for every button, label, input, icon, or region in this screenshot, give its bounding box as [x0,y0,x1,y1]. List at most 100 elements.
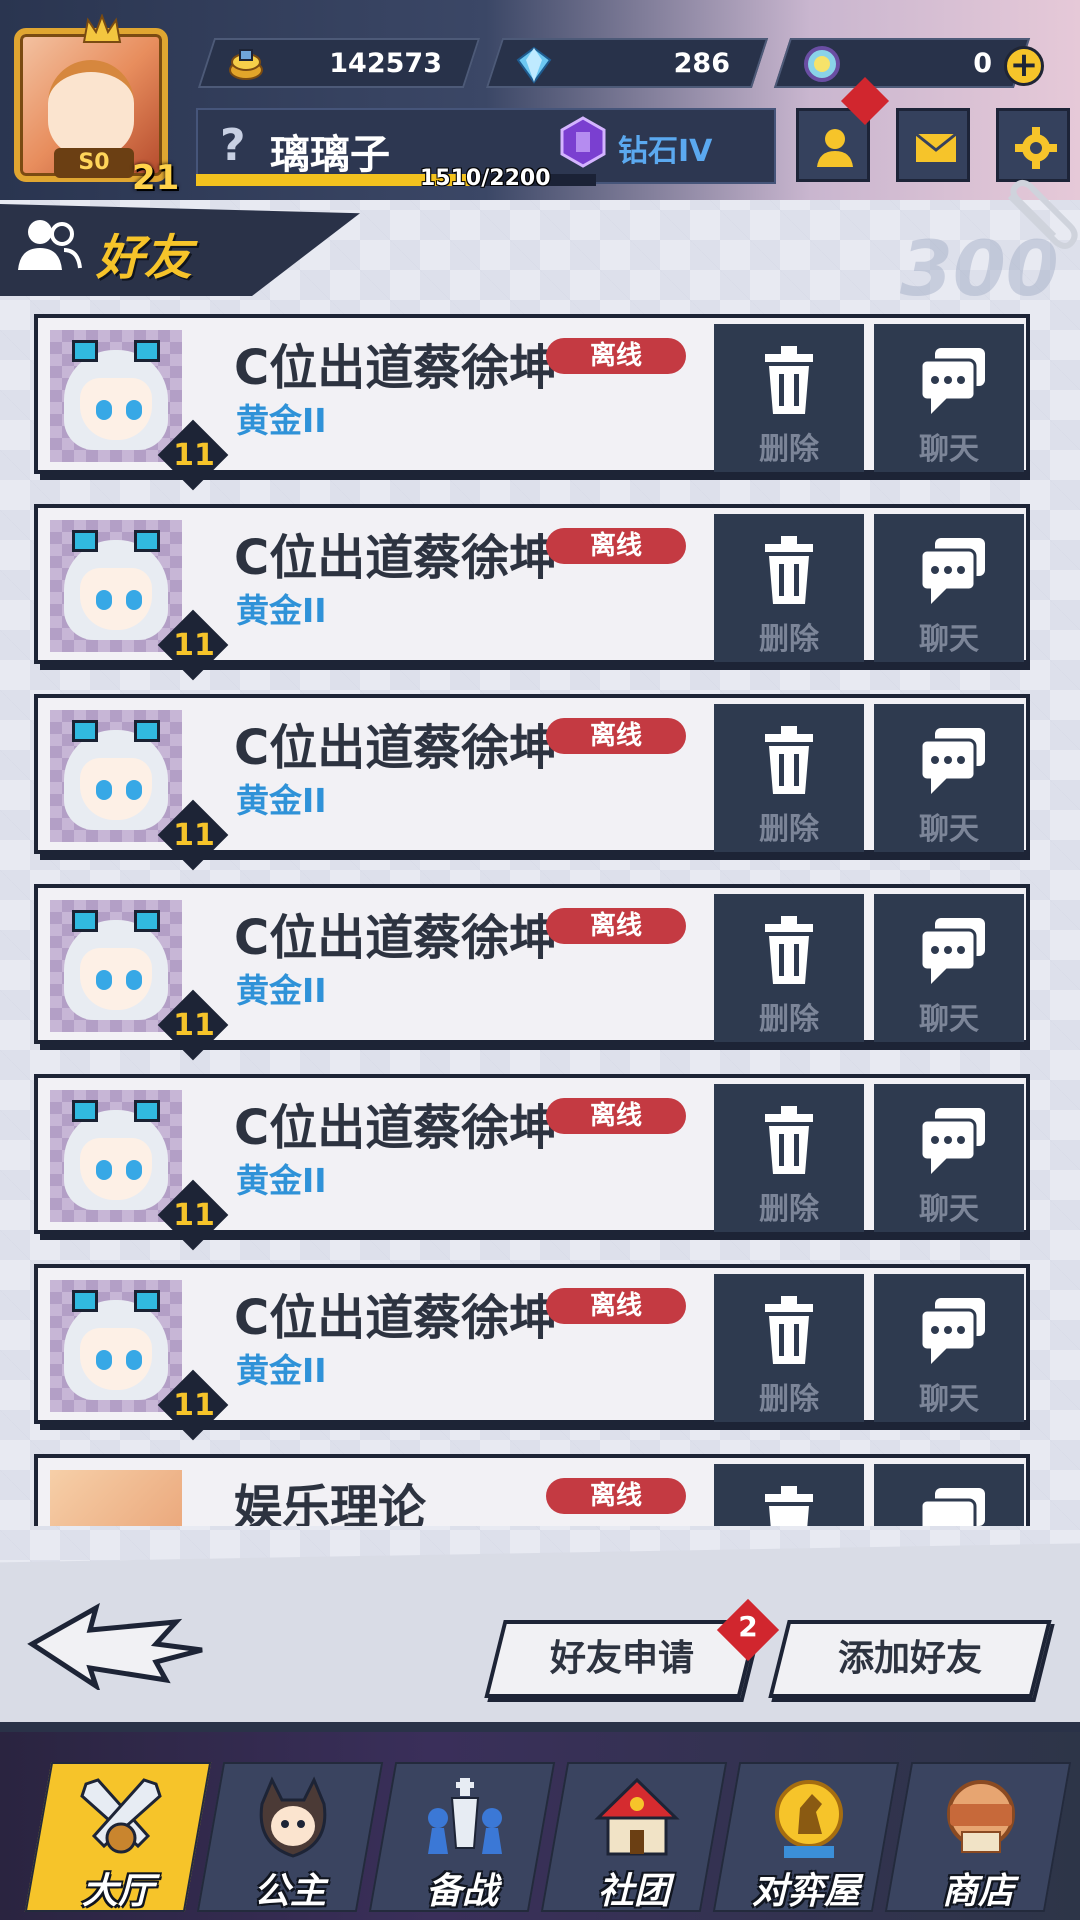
nav-princess[interactable]: 公主 [196,1762,384,1912]
friend-avatar[interactable] [50,1470,182,1526]
back-arrow-icon[interactable] [26,1600,206,1690]
friend-level: 11 [173,1008,215,1043]
chat-label: 聊天 [919,812,979,847]
friend-rank: 黄金II [236,1161,327,1200]
golden-knight-icon [775,1780,843,1858]
delete-button[interactable]: 删除 [714,324,864,472]
delete-button[interactable]: 删除 [714,1274,864,1422]
delete-label: 删除 [759,622,819,657]
delete-button[interactable]: 删除 [714,704,864,852]
trash-icon [765,1106,813,1174]
player-rank: 钻石IV [618,134,713,169]
chat-button[interactable]: 聊天 [874,894,1024,1042]
settings-button[interactable] [996,108,1070,182]
delete-button[interactable]: 删除 [714,894,864,1042]
friend-rank: 黄金II [236,781,327,820]
rainbow-token-icon [804,46,840,82]
status-badge: 离线 [546,718,686,754]
token-currency: 0 [773,38,1031,88]
chat-label: 聊天 [919,1382,979,1417]
nav-lobby[interactable]: 大厅 [24,1762,212,1912]
friend-row: 11 C位出道蔡徐坤 黄金II 离线 删除 聊天 [34,884,1030,1061]
princess-icon [259,1776,327,1858]
chat-bubble-icon [919,1108,985,1174]
friend-avatar[interactable] [50,520,182,652]
friend-level: 11 [173,818,215,853]
friend-avatar[interactable] [50,1280,182,1412]
token-amount: 0 [973,48,992,79]
trash-icon [765,536,813,604]
friend-name: C位出道蔡徐坤 [234,340,558,392]
exp-text: 1510/2200 [420,166,551,191]
chat-bubble-icon [919,1298,985,1364]
friend-name: C位出道蔡徐坤 [234,530,558,582]
avatar-rank-tag: S0 [54,148,134,178]
help-icon[interactable]: ? [220,120,246,171]
nav-label: 备战 [425,1871,498,1912]
nav-prepare[interactable]: 备战 [368,1762,556,1912]
status-badge: 离线 [546,908,686,944]
friend-avatar[interactable] [50,330,182,462]
friend-count-watermark: 300 [900,224,1059,313]
delete-label: 删除 [759,1002,819,1037]
friend-avatar[interactable] [50,1090,182,1222]
chat-label: 聊天 [919,432,979,467]
nav-label: 对弈屋 [751,1871,860,1912]
chat-label: 聊天 [919,1192,979,1227]
trash-icon [765,916,813,984]
friend-name: C位出道蔡徐坤 [234,720,558,772]
friend-row: 11 C位出道蔡徐坤 黄金II 离线 删除 聊天 [34,694,1030,871]
friend-level: 11 [173,628,215,663]
trash-icon [765,346,813,414]
chat-bubble-icon [919,728,985,794]
diamond-currency: 286 [485,38,769,88]
chat-button[interactable]: 聊天 [874,704,1024,852]
delete-button[interactable] [714,1464,864,1526]
add-currency-button[interactable]: + [1004,46,1044,86]
diamond-amount: 286 [673,48,730,79]
friend-avatar[interactable] [50,900,182,1032]
friend-list[interactable]: 11 C位出道蔡徐坤 黄金II 离线 删除 聊天 11 C位出道蔡徐坤 黄金II… [34,310,1030,1526]
chat-bubble-icon [919,348,985,414]
mail-icon [915,132,957,162]
chat-bubble-icon [919,1488,985,1526]
friend-row: 11 C位出道蔡徐坤 黄金II 离线 删除 聊天 [34,314,1030,491]
shop-icon [947,1780,1015,1853]
chat-button[interactable]: 聊天 [874,1084,1024,1232]
delete-label: 删除 [759,1382,819,1417]
chat-button[interactable] [874,1464,1024,1526]
delete-label: 删除 [759,812,819,847]
status-badge: 离线 [546,338,686,374]
delete-label: 删除 [759,432,819,467]
add-friend-button[interactable]: 添加好友 [768,1620,1052,1698]
crossed-swords-icon [80,1778,162,1854]
delete-button[interactable]: 删除 [714,1084,864,1232]
friend-requests-label: 好友申请 [549,1638,694,1679]
friend-avatar[interactable] [50,710,182,842]
player-level: 21 [132,158,180,198]
divider [0,1722,1080,1732]
chat-button[interactable]: 聊天 [874,1274,1024,1422]
nav-chess-house[interactable]: 对弈屋 [712,1762,900,1912]
guild-house-icon [594,1777,680,1856]
friend-row: 娱乐理论 离线 [34,1454,1030,1526]
gold-coin-icon [229,49,263,80]
friend-row: 11 C位出道蔡徐坤 黄金II 离线 删除 聊天 [34,1264,1030,1441]
diamond-icon [516,46,552,84]
friend-name: C位出道蔡徐坤 [234,910,558,962]
trash-icon [765,1296,813,1364]
nav-label: 社团 [597,1871,670,1912]
mail-button[interactable] [896,108,970,182]
chat-label: 聊天 [919,1002,979,1037]
nav-label: 商店 [941,1871,1014,1912]
crown-icon [82,14,122,43]
chat-button[interactable]: 聊天 [874,324,1024,472]
trash-icon [765,1486,813,1526]
nav-shop[interactable]: 商店 [884,1762,1072,1912]
chess-pieces-icon [428,1778,502,1854]
chat-button[interactable]: 聊天 [874,514,1024,662]
nav-guild[interactable]: 社团 [540,1762,728,1912]
section-title: 好友 [96,230,193,286]
delete-button[interactable]: 删除 [714,514,864,662]
nav-label: 公主 [253,1871,326,1912]
